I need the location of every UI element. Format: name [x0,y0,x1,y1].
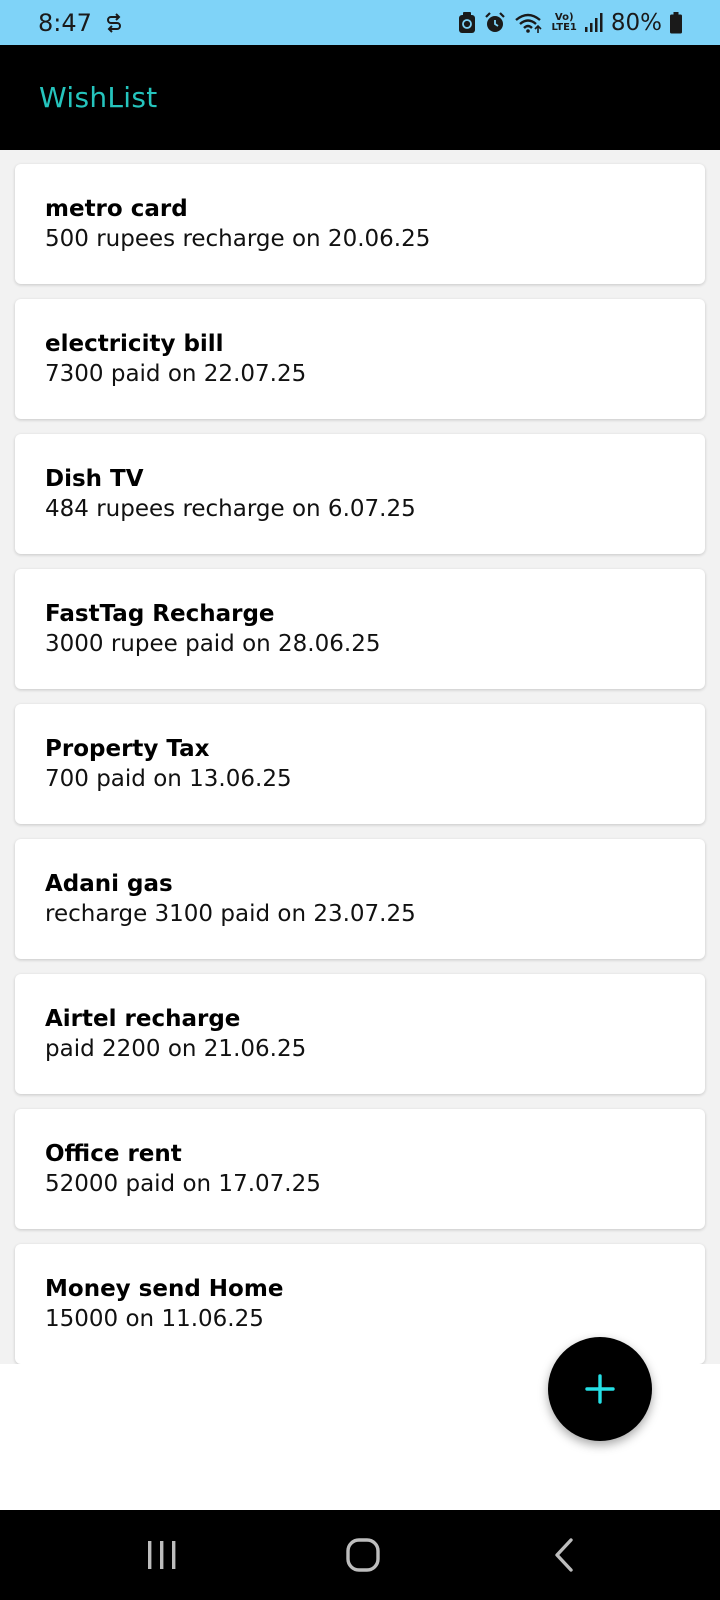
recent-apps-icon [145,1538,179,1572]
item-description: 15000 on 11.06.25 [45,1306,264,1332]
status-left: 8:47 [38,9,122,37]
item-title: FastTag Recharge [45,601,275,627]
item-description: 700 paid on 13.06.25 [45,766,292,792]
status-right: Vo) LTE1 80% [458,10,682,36]
add-item-button[interactable] [548,1337,652,1441]
item-title: Money send Home [45,1276,284,1302]
back-button[interactable] [505,1510,625,1600]
plus-icon [583,1372,617,1406]
item-description: 484 rupees recharge on 6.07.25 [45,496,416,522]
list-item[interactable]: Dish TV 484 rupees recharge on 6.07.25 [15,434,705,554]
app-title: WishList [39,81,158,114]
list-item[interactable]: Office rent 52000 paid on 17.07.25 [15,1109,705,1229]
list-item[interactable]: Airtel recharge paid 2200 on 21.06.25 [15,974,705,1094]
item-description: paid 2200 on 21.06.25 [45,1036,307,1062]
volte-top-label: Vo) [554,11,574,23]
home-icon [345,1537,381,1573]
battery-icon [670,11,682,34]
save-icon [458,11,476,34]
app-bar: WishList [0,45,720,150]
sync-icon [106,12,122,33]
recent-apps-button[interactable] [102,1510,222,1600]
item-title: Property Tax [45,736,210,762]
navigation-bar [0,1510,720,1600]
item-description: 52000 paid on 17.07.25 [45,1171,321,1197]
item-title: Office rent [45,1141,182,1167]
list-item[interactable]: Property Tax 700 paid on 13.06.25 [15,704,705,824]
volte-icon: Vo) LTE1 [551,11,577,33]
status-time: 8:47 [38,8,92,37]
item-description: 7300 paid on 22.07.25 [45,361,307,387]
back-icon [551,1537,579,1573]
list-item[interactable]: FastTag Recharge 3000 rupee paid on 28.0… [15,569,705,689]
item-title: metro card [45,196,188,222]
item-title: electricity bill [45,331,224,357]
signal-icon [584,12,603,33]
item-title: Adani gas [45,871,173,897]
item-title: Dish TV [45,466,144,492]
battery-percent: 80% [610,9,662,36]
volte-bottom-label: LTE1 [551,21,577,33]
home-button[interactable] [303,1510,423,1600]
item-description: recharge 3100 paid on 23.07.25 [45,901,416,927]
item-description: 500 rupees recharge on 20.06.25 [45,226,431,252]
list-item[interactable]: electricity bill 7300 paid on 22.07.25 [15,299,705,419]
alarm-icon [484,11,506,34]
status-bar: 8:47 Vo) LTE1 80% [0,0,720,45]
list-item[interactable]: Adani gas recharge 3100 paid on 23.07.25 [15,839,705,959]
item-title: Airtel recharge [45,1006,241,1032]
wish-list[interactable]: metro card 500 rupees recharge on 20.06.… [0,150,720,1364]
wifi-icon [514,12,544,34]
list-item[interactable]: metro card 500 rupees recharge on 20.06.… [15,164,705,284]
item-description: 3000 rupee paid on 28.06.25 [45,631,381,657]
